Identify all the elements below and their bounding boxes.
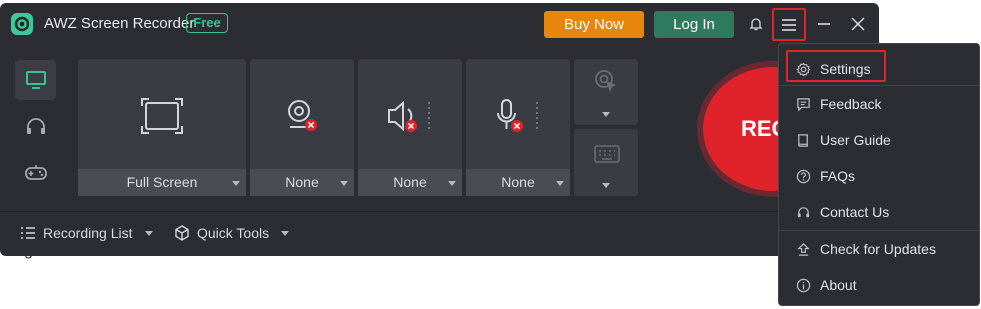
minimize-button[interactable] [812, 12, 836, 36]
menu-item-feedback[interactable]: Feedback [779, 86, 979, 122]
menu-button[interactable] [772, 8, 806, 41]
menu-item-user-guide[interactable]: User Guide [779, 122, 979, 158]
system-audio-card[interactable]: None [358, 59, 462, 196]
feedback-icon [794, 95, 812, 113]
screen-source-value: Full Screen [126, 174, 198, 190]
menu-item-contact-us[interactable]: Contact Us [779, 194, 979, 230]
divider [0, 211, 879, 212]
monitor-icon [25, 71, 46, 89]
app-window: AWZ Screen Recorder Free Buy Now Log In … [0, 3, 879, 256]
book-icon [794, 131, 812, 149]
microphone-card[interactable]: None [466, 59, 570, 196]
close-button[interactable] [846, 12, 870, 36]
recording-list-label: Recording List [43, 225, 133, 241]
list-icon [21, 227, 35, 239]
question-icon [794, 167, 812, 185]
sidebar-item-audio[interactable] [15, 106, 56, 146]
menu-item-label: User Guide [820, 132, 891, 148]
main-menu-dropdown: Settings Feedback User Guide FAQs Contac… [778, 43, 980, 306]
speaker-off-icon [388, 100, 430, 132]
microphone-select[interactable]: None [466, 169, 570, 196]
chevron-down-icon [602, 183, 610, 188]
webcam-value: None [285, 174, 319, 190]
system-audio-select[interactable]: None [358, 169, 462, 196]
buy-now-button[interactable]: Buy Now [544, 11, 644, 38]
menu-item-label: Feedback [820, 96, 882, 112]
webcam-off-icon [288, 100, 317, 131]
log-in-button[interactable]: Log In [654, 11, 734, 38]
microphone-value: None [501, 174, 535, 190]
cursor-click-icon [595, 70, 616, 92]
chevron-down-icon [144, 230, 153, 236]
close-icon [851, 17, 865, 31]
webcam-select[interactable]: None [250, 169, 354, 196]
title-bar: AWZ Screen Recorder Free Buy Now Log In [0, 3, 879, 43]
chevron-down-icon [340, 181, 348, 186]
recording-list-button[interactable]: Recording List [20, 225, 153, 241]
minimize-icon [818, 23, 830, 25]
menu-item-about[interactable]: About [779, 267, 979, 303]
quick-tools-button[interactable]: Quick Tools [174, 225, 290, 241]
sidebar-item-screen[interactable] [15, 60, 56, 100]
info-icon [794, 276, 812, 294]
fullscreen-icon [141, 98, 183, 134]
menu-item-check-updates[interactable]: Check for Updates [779, 231, 979, 267]
webcam-card[interactable]: None [250, 59, 354, 196]
app-title: AWZ Screen Recorder [44, 15, 195, 32]
settings-highlight [786, 50, 886, 82]
update-icon [794, 240, 812, 258]
menu-item-label: FAQs [820, 168, 856, 184]
chevron-down-icon [602, 112, 610, 117]
app-logo [11, 13, 33, 35]
menu-item-label: Check for Updates [820, 241, 936, 257]
microphone-off-icon [497, 99, 538, 132]
keystroke-button[interactable] [574, 129, 638, 196]
system-audio-value: None [393, 174, 427, 190]
chevron-down-icon [448, 181, 456, 186]
chevron-down-icon [232, 181, 240, 186]
bell-icon[interactable] [744, 12, 768, 36]
menu-item-label: Contact Us [820, 204, 890, 220]
chevron-down-icon [281, 230, 290, 236]
screen-source-card[interactable]: Full Screen [78, 59, 246, 196]
sidebar-item-game[interactable] [15, 152, 56, 192]
gamepad-icon [24, 165, 47, 180]
quick-tools-label: Quick Tools [197, 225, 270, 241]
menu-item-faqs[interactable]: FAQs [779, 158, 979, 194]
headset-icon [794, 203, 812, 221]
headphones-icon [26, 118, 45, 134]
cursor-effect-button[interactable] [574, 59, 638, 125]
chevron-down-icon [556, 181, 564, 186]
hamburger-icon [782, 18, 796, 31]
free-badge: Free [186, 13, 228, 33]
menu-item-label: About [820, 277, 857, 293]
screen-source-select[interactable]: Full Screen [78, 169, 246, 196]
keyboard-icon [594, 145, 620, 163]
cube-icon [175, 225, 189, 241]
